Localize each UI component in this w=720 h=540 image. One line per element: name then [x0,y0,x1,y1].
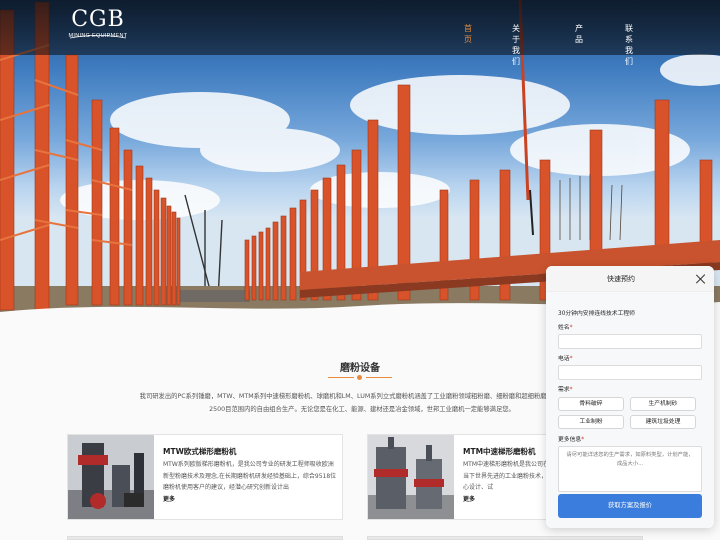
mtm-mill-image [368,435,454,519]
panel-title: 快速预约 [607,275,635,283]
logo[interactable]: CGB MINING EQUIPMENT [66,8,130,48]
product-description: MTW系列欧版梯形磨粉机，是我公司专业的研发工程师吸收欧洲新型粉磨技术及理念,在… [163,461,337,491]
product-title[interactable]: MTW欧式梯形磨粉机 [163,446,236,457]
needs-label: 需求* [558,387,573,393]
more-info-textarea[interactable] [558,446,702,492]
product-card-mtw[interactable]: MTW欧式梯形磨粉机 MTW系列欧版梯形磨粉机，是我公司专业的研发工程师吸收欧洲… [67,434,343,520]
divider-dot-icon [357,375,362,380]
nav-item-home[interactable]: 首页 [464,23,472,45]
option-industrial-grinding[interactable]: 工业制粉 [558,415,624,429]
section-description: 我司研发出的PC系列锤磨，MTW、MTM系列中速梯形磨粉机、球磨机和LM、LUM… [139,393,585,413]
logo-swoosh-icon [69,35,127,39]
submit-quote-button[interactable]: 获取方案及报价 [558,494,702,518]
more-info-label: 更多信息* [558,437,585,443]
booking-subtitle: 30分钟内安排连线技术工程师 [558,311,635,317]
product-more-link[interactable]: 更多 [163,494,175,503]
phone-input[interactable] [558,365,702,380]
product-title[interactable]: MTM中速梯形磨粉机 [463,446,536,457]
product-more-link[interactable]: 更多 [463,494,475,503]
next-row-cards [67,534,643,540]
option-construction-waste[interactable]: 建筑垃圾处理 [630,415,696,429]
logo-mark: CGB [71,7,125,32]
quick-booking-panel: 快速预约 30分钟内安排连线技术工程师 姓名* 电话* 需求* 骨料破碎 生产机… [546,266,714,528]
mtw-mill-image [68,435,154,519]
option-sand-making[interactable]: 生产机制砂 [630,397,696,411]
nav-item-about[interactable]: 关于我们 [512,23,520,67]
option-aggregate-crushing[interactable]: 骨料破碎 [558,397,624,411]
booking-form: 30分钟内安排连线技术工程师 姓名* 电话* 需求* 骨料破碎 生产机制砂 工业… [546,292,714,528]
phone-label: 电话* [558,356,573,362]
title-divider [328,375,392,380]
nav-item-products[interactable]: 产品 [575,23,583,45]
close-icon[interactable] [694,272,708,286]
panel-header: 快速预约 [546,266,714,292]
name-label: 姓名* [558,325,573,331]
nav-item-contact[interactable]: 联系我们 [625,23,633,67]
name-input[interactable] [558,334,702,349]
site-header: CGB MINING EQUIPMENT 首页 关于我们 产品 联系我们 [0,0,720,66]
